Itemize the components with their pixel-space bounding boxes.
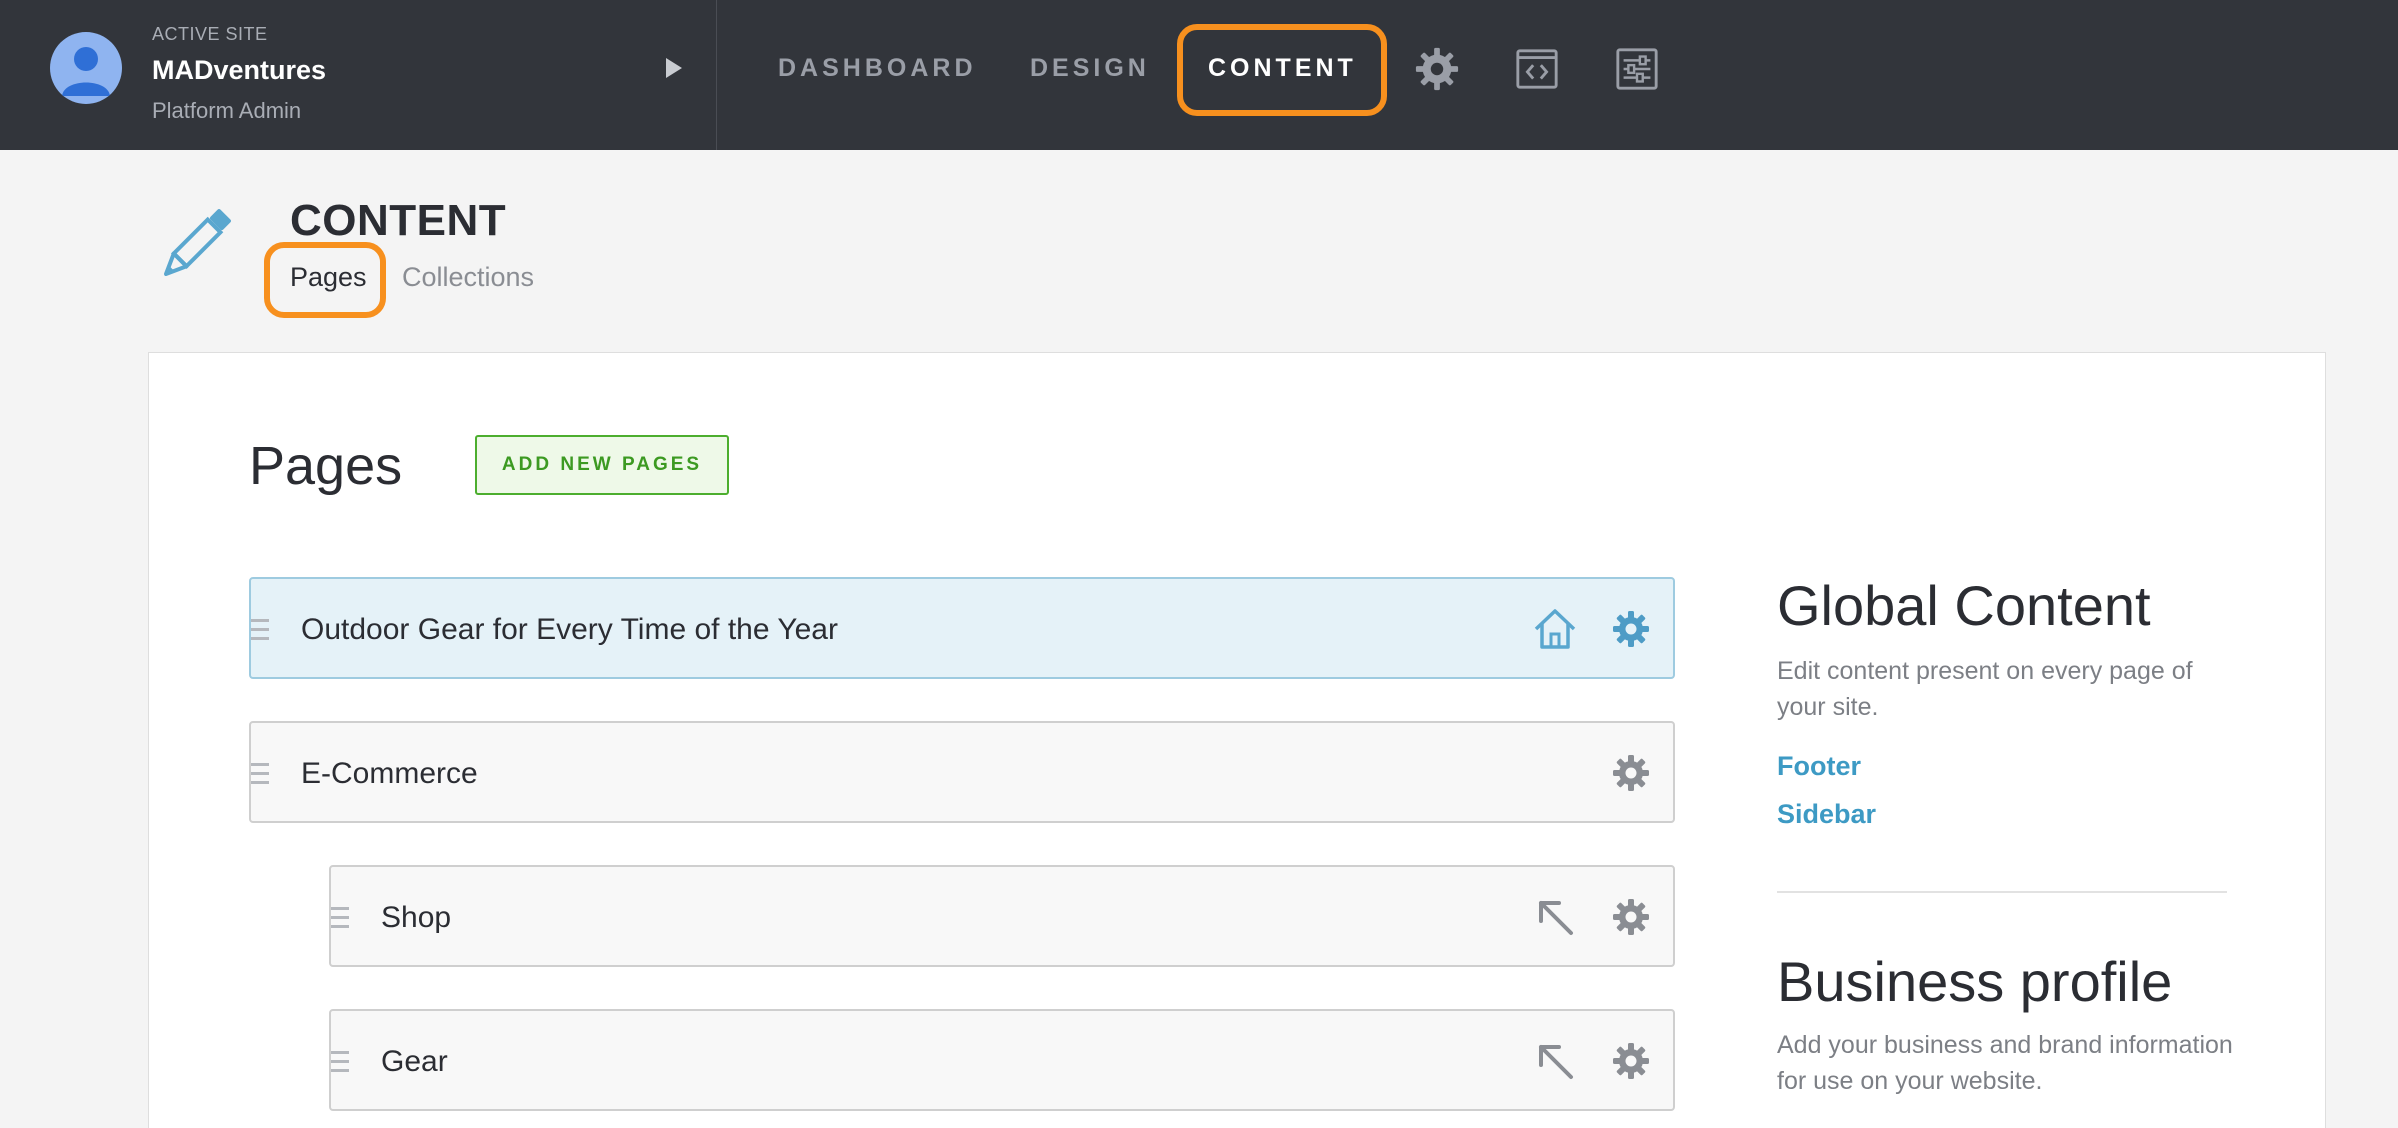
drag-handle-icon[interactable] [331,1051,349,1073]
page-settings-gear-icon[interactable] [1607,605,1655,653]
page-settings-gear-icon[interactable] [1607,893,1655,941]
sliders-icon[interactable] [1614,46,1660,92]
page-row-e-commerce[interactable]: E-Commerce [249,721,1675,823]
tab-pages[interactable]: Pages [290,262,367,293]
top-divider [716,0,717,150]
page-title: CONTENT [290,196,507,245]
site-switcher-play-icon[interactable] [666,58,682,78]
global-content-description: Edit content present on every page of yo… [1777,657,2193,721]
add-new-pages-button[interactable]: ADD NEW PAGES [475,435,729,495]
sidebar-link[interactable]: Sidebar [1777,799,1876,830]
site-role: Platform Admin [152,98,302,123]
page-row-label: Outdoor Gear for Every Time of the Year [301,613,838,646]
page-row-gear[interactable]: Gear [329,1009,1675,1111]
avatar-icon[interactable] [50,32,122,104]
site-name: MADventures [152,55,327,85]
drag-handle-icon[interactable] [251,763,269,785]
active-site-info: ACTIVE SITE MADventures Platform Admin [152,24,326,124]
nav-content[interactable]: CONTENT [1208,54,1357,83]
home-icon[interactable] [1531,605,1579,653]
arrow-up-left-icon[interactable] [1531,893,1579,941]
pages-panel: Pages ADD NEW PAGES Outdoor Gear for Eve… [148,352,2326,1128]
page-row-label: Gear [381,1045,448,1078]
code-window-icon[interactable] [1514,46,1560,92]
page-row-label: Shop [381,901,452,934]
page-settings-gear-icon[interactable] [1607,1037,1655,1085]
pencil-icon [150,200,240,290]
page-row-shop[interactable]: Shop [329,865,1675,967]
top-bar: ACTIVE SITE MADventures Platform Admin D… [0,0,2398,150]
settings-gear-icon[interactable] [1414,46,1460,92]
arrow-up-left-icon[interactable] [1531,1037,1579,1085]
drag-handle-icon[interactable] [251,619,269,641]
tab-collections[interactable]: Collections [402,262,534,293]
side-divider [1777,891,2227,893]
page-row-home[interactable]: Outdoor Gear for Every Time of the Year [249,577,1675,679]
footer-link[interactable]: Footer [1777,751,1861,782]
nav-dashboard[interactable]: DASHBOARD [778,54,977,83]
nav-design[interactable]: DESIGN [1030,54,1150,83]
business-profile-title: Business profile [1777,950,2173,1013]
page-settings-gear-icon[interactable] [1607,749,1655,797]
pages-heading: Pages [249,436,403,496]
business-profile-description: Add your business and brand information … [1777,1031,2233,1095]
page-row-label: E-Commerce [301,757,478,790]
drag-handle-icon[interactable] [331,907,349,929]
active-site-kicker: ACTIVE SITE [152,24,268,44]
global-content-title: Global Content [1777,574,2151,637]
